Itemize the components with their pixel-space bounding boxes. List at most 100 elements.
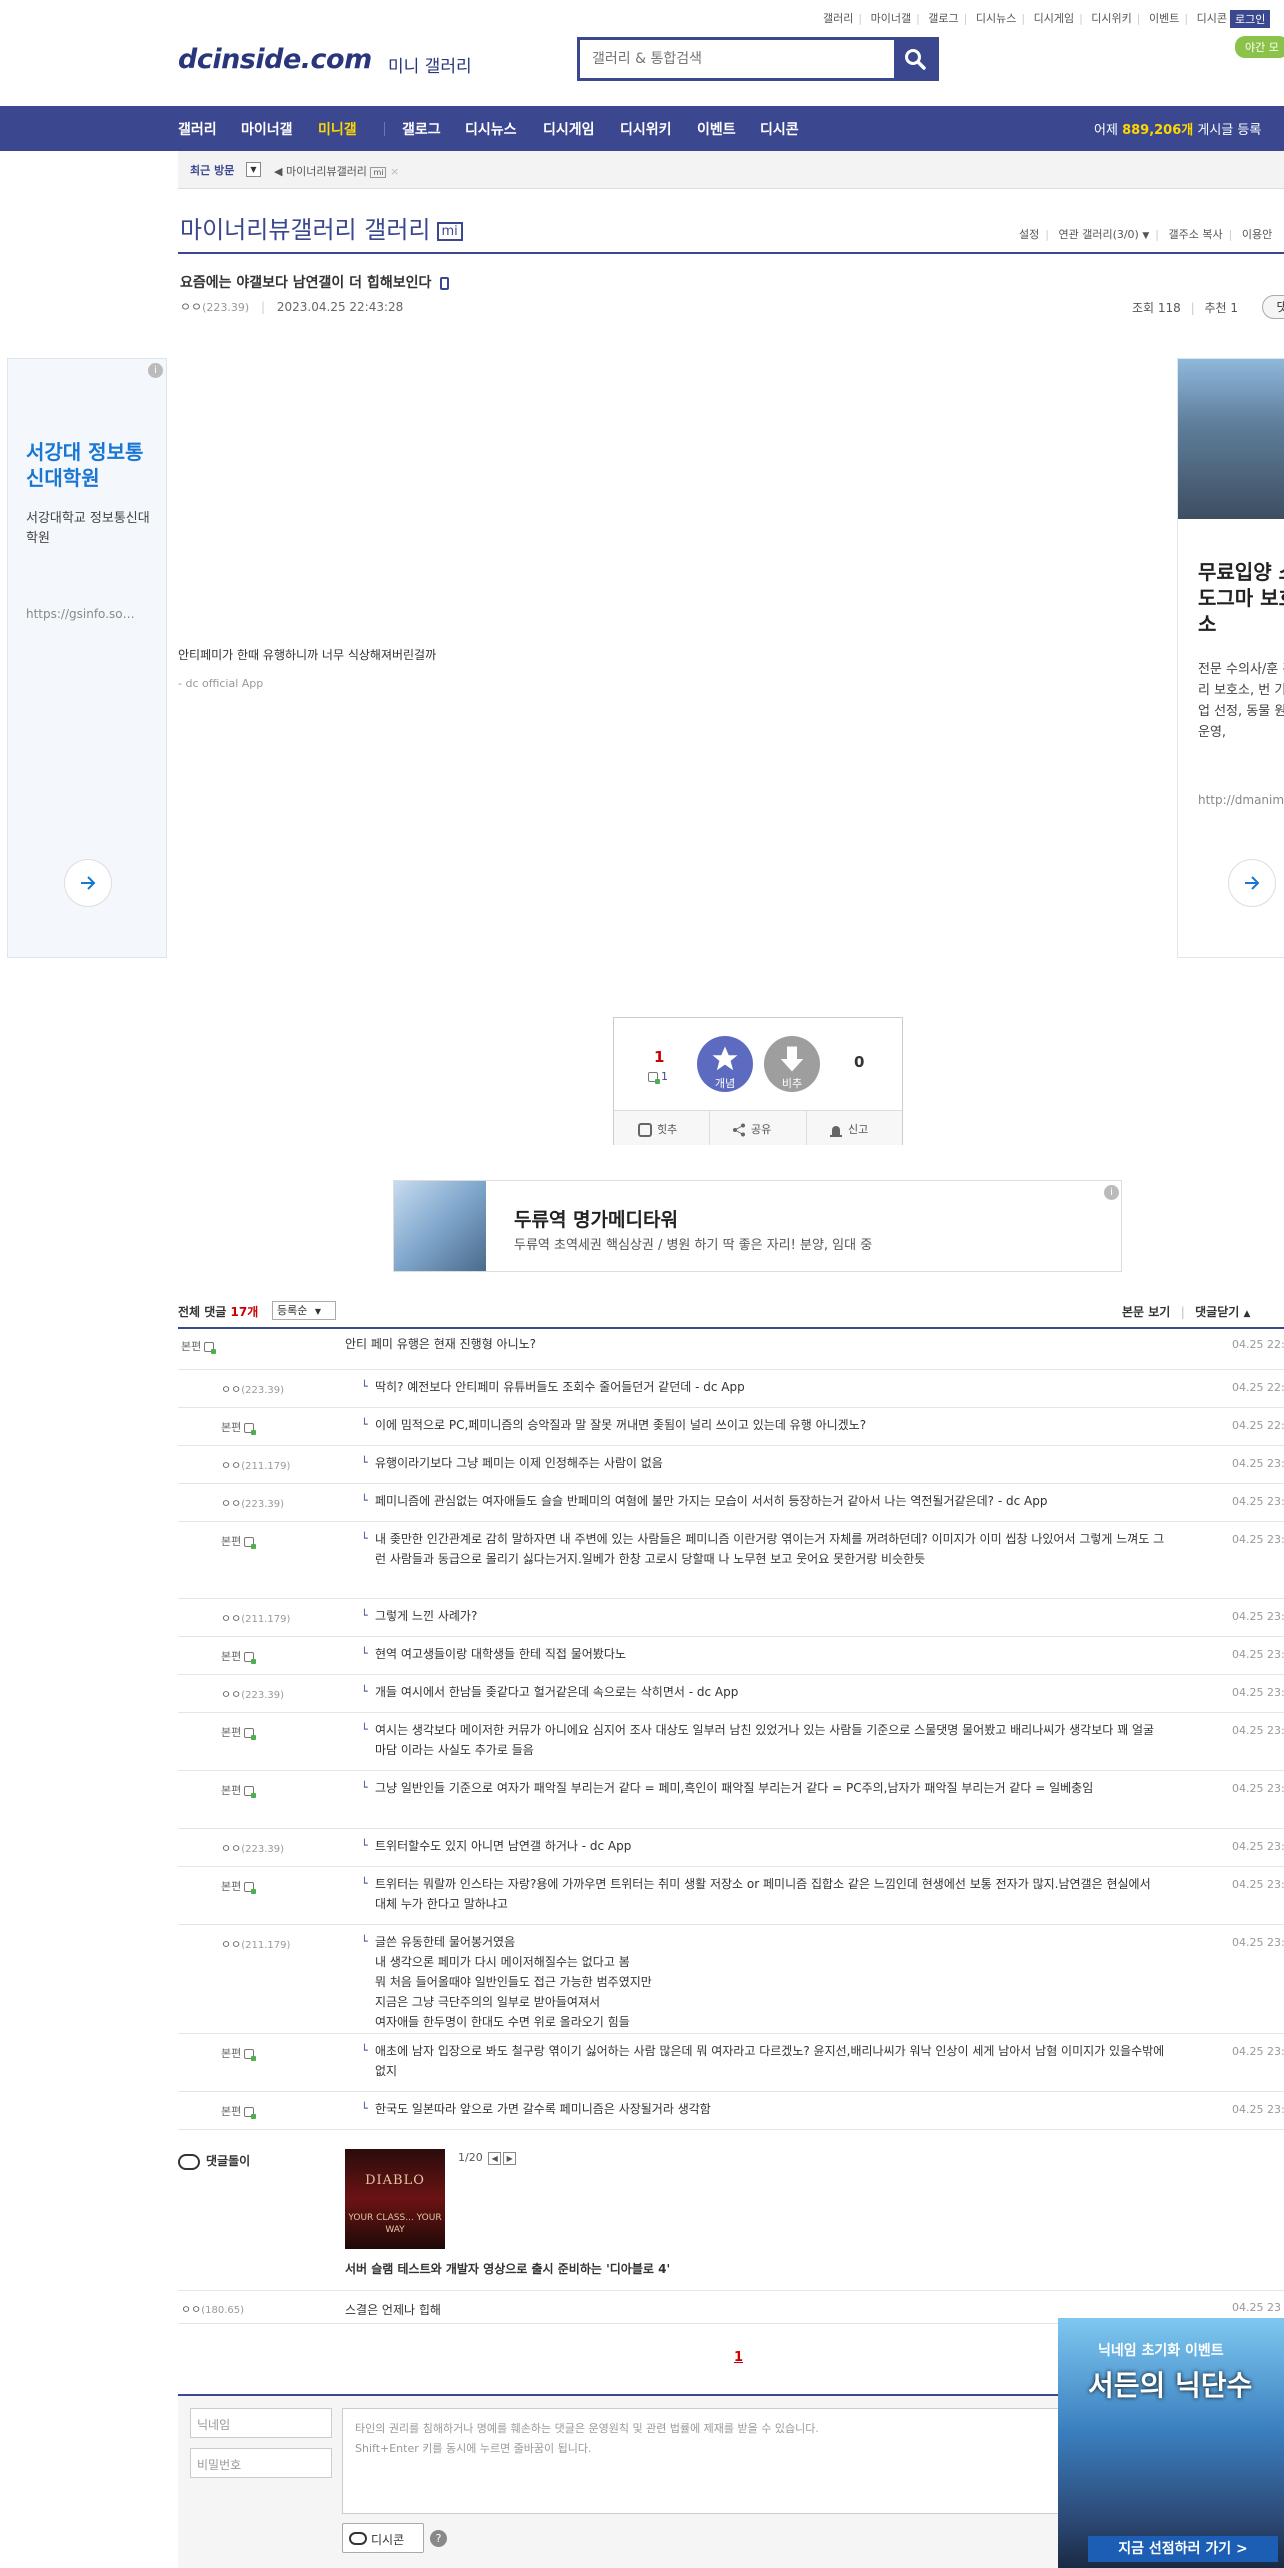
reply-row: 본편 └ 애초에 남자 입장으로 봐도 철구랑 엮이기 싫어하는 사람 많은데 뭐 … bbox=[178, 2034, 1284, 2092]
post-author[interactable]: ㅇㅇ bbox=[180, 300, 202, 314]
comment-bot-image[interactable]: DIABLO YOUR CLASS... YOUR WAY bbox=[345, 2149, 445, 2249]
comment-nick[interactable]: ㅇㅇ(223.39) bbox=[221, 1840, 284, 1856]
toplink-news[interactable]: 디시뉴스 bbox=[976, 12, 1016, 25]
ad-info-icon[interactable]: i bbox=[148, 363, 163, 378]
comment-text: └ 그냥 일반인들 기준으로 여자가 패악질 부리는거 같다 = 페미,흑인이 패… bbox=[361, 1778, 1165, 1798]
comment-nick[interactable]: ㅇㅇ(211.179) bbox=[221, 1610, 290, 1626]
help-icon[interactable]: ? bbox=[430, 2530, 447, 2547]
toplink-event[interactable]: 이벤트 bbox=[1149, 12, 1179, 25]
prev-button[interactable]: ◀ bbox=[488, 2151, 502, 2165]
floating-game-ad[interactable]: 닉네임 초기화 이벤트 서든의 닉단수 지금 선점하러 가기 > bbox=[1058, 2318, 1284, 2568]
comment-nick[interactable]: ㅇㅇ(223.39) bbox=[221, 1495, 284, 1511]
comment-nick[interactable]: ㅇㅇ(211.179) bbox=[221, 1457, 290, 1473]
comment-sort-select[interactable]: 등록순 ▼ bbox=[272, 1301, 336, 1320]
comment-bot-label: 댓글돌이 bbox=[178, 2152, 250, 2170]
toplink-dccon[interactable]: 디시콘 bbox=[1197, 12, 1227, 25]
left-ad[interactable]: i 서강대 정보통신대학원 서강대학교 정보통신대학원 https://gsin… bbox=[7, 358, 167, 958]
reply-arrow-icon: └ bbox=[361, 1685, 368, 1698]
nickname-input[interactable]: 닉네임 bbox=[190, 2408, 332, 2438]
upvote-button[interactable]: 개념 bbox=[697, 1036, 753, 1092]
reply-arrow-icon: └ bbox=[361, 1839, 368, 1852]
comment-text: └ 트위터할수도 있지 아니면 남연갤 하거나 - dc App bbox=[361, 1836, 1165, 1856]
comment-nick[interactable]: 본편 bbox=[221, 2103, 257, 2119]
comment-nick[interactable]: 본편 bbox=[221, 1878, 257, 1894]
gallery-title[interactable]: 마이너리뷰갤러리 갤러리 mi bbox=[180, 210, 463, 245]
game-ad-cta-button[interactable]: 지금 선점하러 가기 > bbox=[1088, 2536, 1278, 2562]
banner-ad[interactable]: 두류역 명가메디타워 두류역 초역세권 핵심상권 / 병원 하기 딱 좋은 자리… bbox=[393, 1180, 1122, 1272]
search-button[interactable] bbox=[894, 40, 936, 78]
comment-nick[interactable]: ㅇㅇ(223.39) bbox=[221, 1686, 284, 1702]
password-input[interactable]: 비밀번호 bbox=[190, 2448, 332, 2478]
comment-nick[interactable]: 본편 bbox=[221, 1648, 257, 1664]
comment-nick[interactable]: 본편 bbox=[221, 1724, 257, 1740]
login-button[interactable]: 로그인 bbox=[1230, 10, 1271, 28]
comment-actions: 본문 보기 | 댓글닫기 ▲ bbox=[1122, 1305, 1251, 1319]
right-ad-arrow-button[interactable] bbox=[1228, 859, 1276, 907]
dglr-icon bbox=[178, 2153, 200, 2170]
site-logo[interactable]: dcinside.com bbox=[178, 44, 372, 75]
nav-mini[interactable]: 미니갤 bbox=[318, 119, 357, 139]
gallog-icon[interactable] bbox=[244, 1537, 257, 1549]
tool-related-galleries[interactable]: 연관 갤러리(3/0) bbox=[1058, 228, 1138, 241]
tool-copy-address[interactable]: 갤주소 복사 bbox=[1169, 228, 1223, 241]
nav-event[interactable]: 이벤트 bbox=[697, 119, 736, 139]
comment-nick[interactable]: ㅇㅇ(180.65) bbox=[181, 2301, 244, 2317]
hit-recommend-button[interactable]: 힛추 bbox=[638, 1121, 677, 1137]
gallog-icon[interactable] bbox=[244, 1728, 257, 1740]
comment-text: └ 그렇게 느낀 사례가? bbox=[361, 1606, 1165, 1626]
right-ad[interactable]: 무료입양 소 도그마 보호소 전문 수의사/훈 관리 보호소, 번 기업 선정,… bbox=[1177, 358, 1284, 958]
gallog-icon[interactable] bbox=[244, 1423, 257, 1435]
nav-minor[interactable]: 마이너갤 bbox=[241, 119, 293, 139]
page-number-current[interactable]: 1 bbox=[734, 2350, 743, 2365]
recent-visit-item[interactable]: ◀ 마이너리뷰갤러리 mi × bbox=[274, 163, 399, 179]
gallog-icon[interactable] bbox=[244, 1882, 257, 1894]
comment-nick[interactable]: ㅇㅇ(211.179) bbox=[221, 1936, 290, 1952]
gallog-icon[interactable] bbox=[204, 1342, 217, 1354]
share-button[interactable]: 공유 bbox=[732, 1121, 771, 1137]
nav-game[interactable]: 디시게임 bbox=[543, 119, 595, 139]
comment-nick[interactable]: 본편 bbox=[221, 2045, 257, 2061]
comment-nick[interactable]: ㅇㅇ(223.39) bbox=[221, 1381, 284, 1397]
comment-jump-button[interactable]: 댓 bbox=[1262, 295, 1284, 319]
nav-gallery[interactable]: 갤러리 bbox=[178, 119, 217, 139]
gallog-icon[interactable] bbox=[244, 1652, 257, 1664]
next-button[interactable]: ▶ bbox=[503, 2151, 517, 2165]
nav-gallog[interactable]: 갤로그 bbox=[402, 119, 441, 139]
recent-dropdown-button[interactable]: ▼ bbox=[246, 162, 261, 177]
view-post-button[interactable]: 본문 보기 bbox=[1122, 1305, 1170, 1319]
left-ad-arrow-button[interactable] bbox=[64, 859, 112, 907]
tool-settings[interactable]: 설정 bbox=[1019, 228, 1039, 241]
comment-nick[interactable]: 본편 bbox=[221, 1782, 257, 1798]
comment-nick[interactable]: 본편 bbox=[181, 1338, 217, 1354]
nav-news[interactable]: 디시뉴스 bbox=[465, 119, 517, 139]
reply-arrow-icon: └ bbox=[361, 1418, 368, 1431]
tool-usage-guide[interactable]: 이용안 bbox=[1242, 228, 1272, 241]
gallog-icon[interactable] bbox=[244, 2049, 257, 2061]
ad-info-icon[interactable]: i bbox=[1104, 1185, 1119, 1200]
search-input[interactable] bbox=[580, 40, 880, 78]
comment-bot-caption[interactable]: 서버 슬램 테스트와 개발자 영상으로 출시 준비하는 '디아블로 4' bbox=[345, 2260, 670, 2277]
comment-nick[interactable]: 본편 bbox=[221, 1419, 257, 1435]
night-mode-toggle[interactable]: 야간 모 bbox=[1235, 36, 1284, 58]
gallog-icon[interactable] bbox=[244, 1786, 257, 1798]
nav-dccon[interactable]: 디시콘 bbox=[760, 119, 799, 139]
toplink-game[interactable]: 디시게임 bbox=[1034, 12, 1074, 25]
comment-textarea[interactable]: 타인의 권리를 침해하거나 명예를 훼손하는 댓글은 운영원칙 및 관련 법률에… bbox=[342, 2408, 1102, 2514]
mobile-icon bbox=[440, 276, 450, 290]
post-views: 조회 118 bbox=[1132, 301, 1181, 315]
gallog-icon[interactable] bbox=[244, 2107, 257, 2119]
toplink-minor[interactable]: 마이너갤 bbox=[871, 12, 911, 25]
left-ad-title: 서강대 정보통신대학원 bbox=[26, 440, 144, 490]
close-comments-button[interactable]: 댓글닫기 ▲ bbox=[1195, 1305, 1250, 1319]
comment-nick[interactable]: 본편 bbox=[221, 1533, 257, 1549]
toplink-gallery[interactable]: 갤러리 bbox=[823, 12, 853, 25]
nav-wiki[interactable]: 디시위키 bbox=[620, 119, 672, 139]
toplink-gallog[interactable]: 갤로그 bbox=[928, 12, 958, 25]
reply-arrow-icon: └ bbox=[361, 1877, 368, 1890]
downvote-button[interactable]: 비추 bbox=[764, 1036, 820, 1092]
comment-date: 04.25 23:1 bbox=[1232, 1724, 1284, 1737]
report-button[interactable]: 신고 bbox=[829, 1121, 868, 1137]
dccon-button[interactable]: 디시콘 bbox=[342, 2523, 424, 2553]
toplink-wiki[interactable]: 디시위키 bbox=[1091, 12, 1131, 25]
reply-row: ㅇㅇ(223.39) └ 페미니즘에 관심없는 여자애들도 슬슬 반페미의 여혐에 … bbox=[178, 1484, 1284, 1522]
